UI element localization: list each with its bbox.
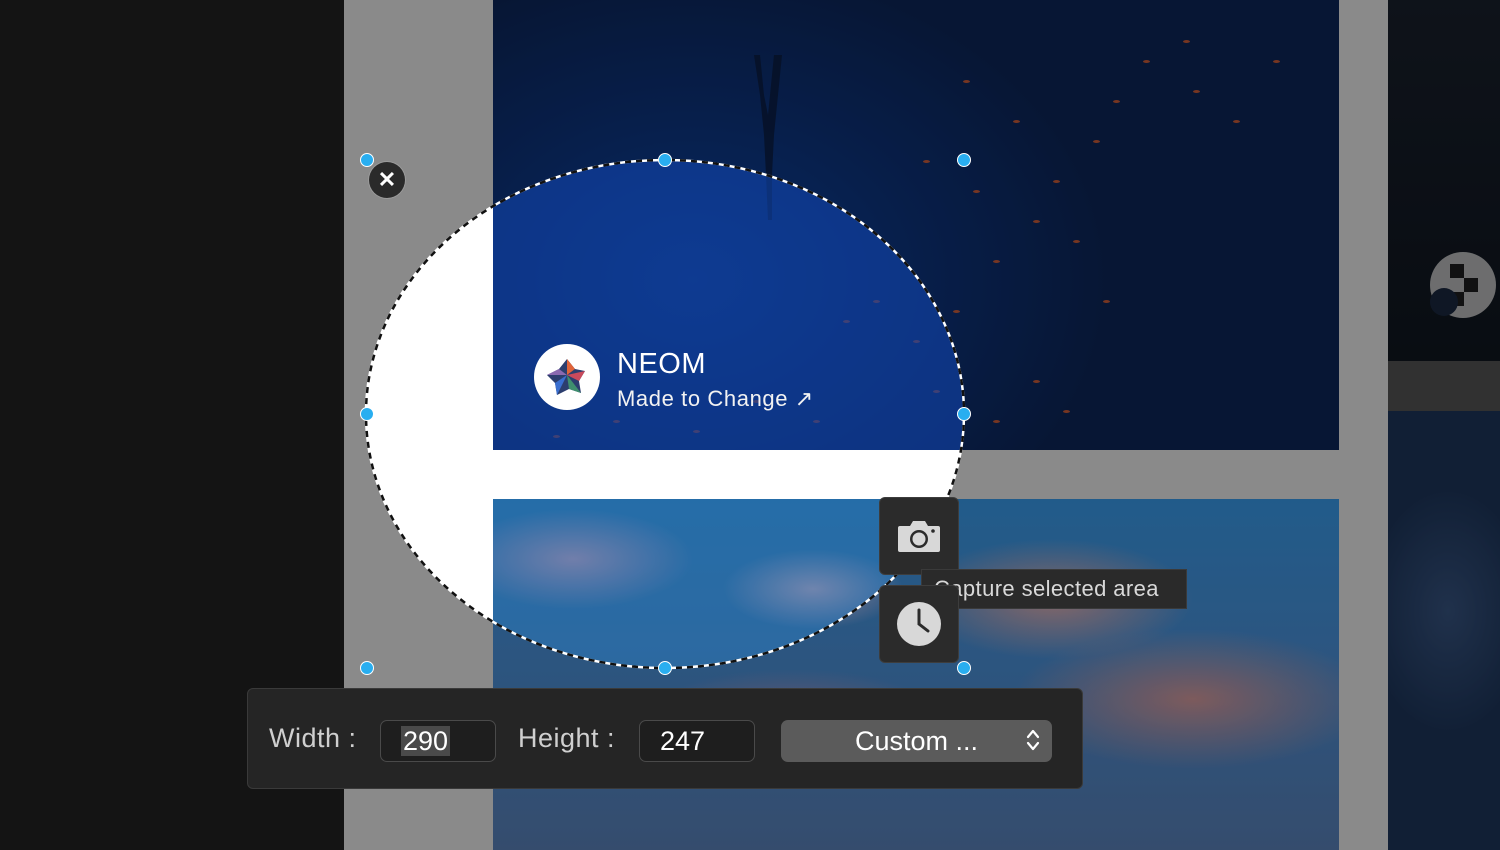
brand-tagline-link[interactable]: Made to Change ↗ [617,386,814,412]
height-label: Height : [518,723,616,753]
camera-icon [898,521,940,552]
resize-handle-left[interactable] [360,407,374,421]
capture-button[interactable] [879,497,959,575]
width-label: Width : [269,723,357,753]
width-input[interactable]: 290 [380,720,496,762]
size-toolbar: Width : 290 Height : 247 Custom ... [247,688,1083,789]
resize-handle-right[interactable] [957,407,971,421]
height-input[interactable]: 247 [639,720,755,762]
resize-handle-top-left[interactable] [360,153,374,167]
close-selection-button[interactable]: ✕ [369,162,405,198]
resize-handle-top-right[interactable] [957,153,971,167]
chevron-up-down-icon [1026,729,1040,751]
resize-handle-bottom-left[interactable] [360,661,374,675]
capture-tooltip: Capture selected area [921,569,1187,609]
width-value: 290 [401,726,451,756]
timer-capture-button[interactable] [879,585,959,663]
brand-name: NEOM [617,348,706,380]
close-icon: ✕ [377,167,397,192]
brand-badge[interactable]: NEOM Made to Change ↗ [534,344,854,414]
preset-value: Custom ... [854,725,979,756]
resize-handle-top[interactable] [658,153,672,167]
brand-logo-icon [534,344,600,410]
clock-icon [897,602,941,646]
resize-handle-bottom[interactable] [658,661,672,675]
size-preset-select[interactable]: Custom ... [781,720,1052,762]
resize-handle-bottom-right[interactable] [957,661,971,675]
